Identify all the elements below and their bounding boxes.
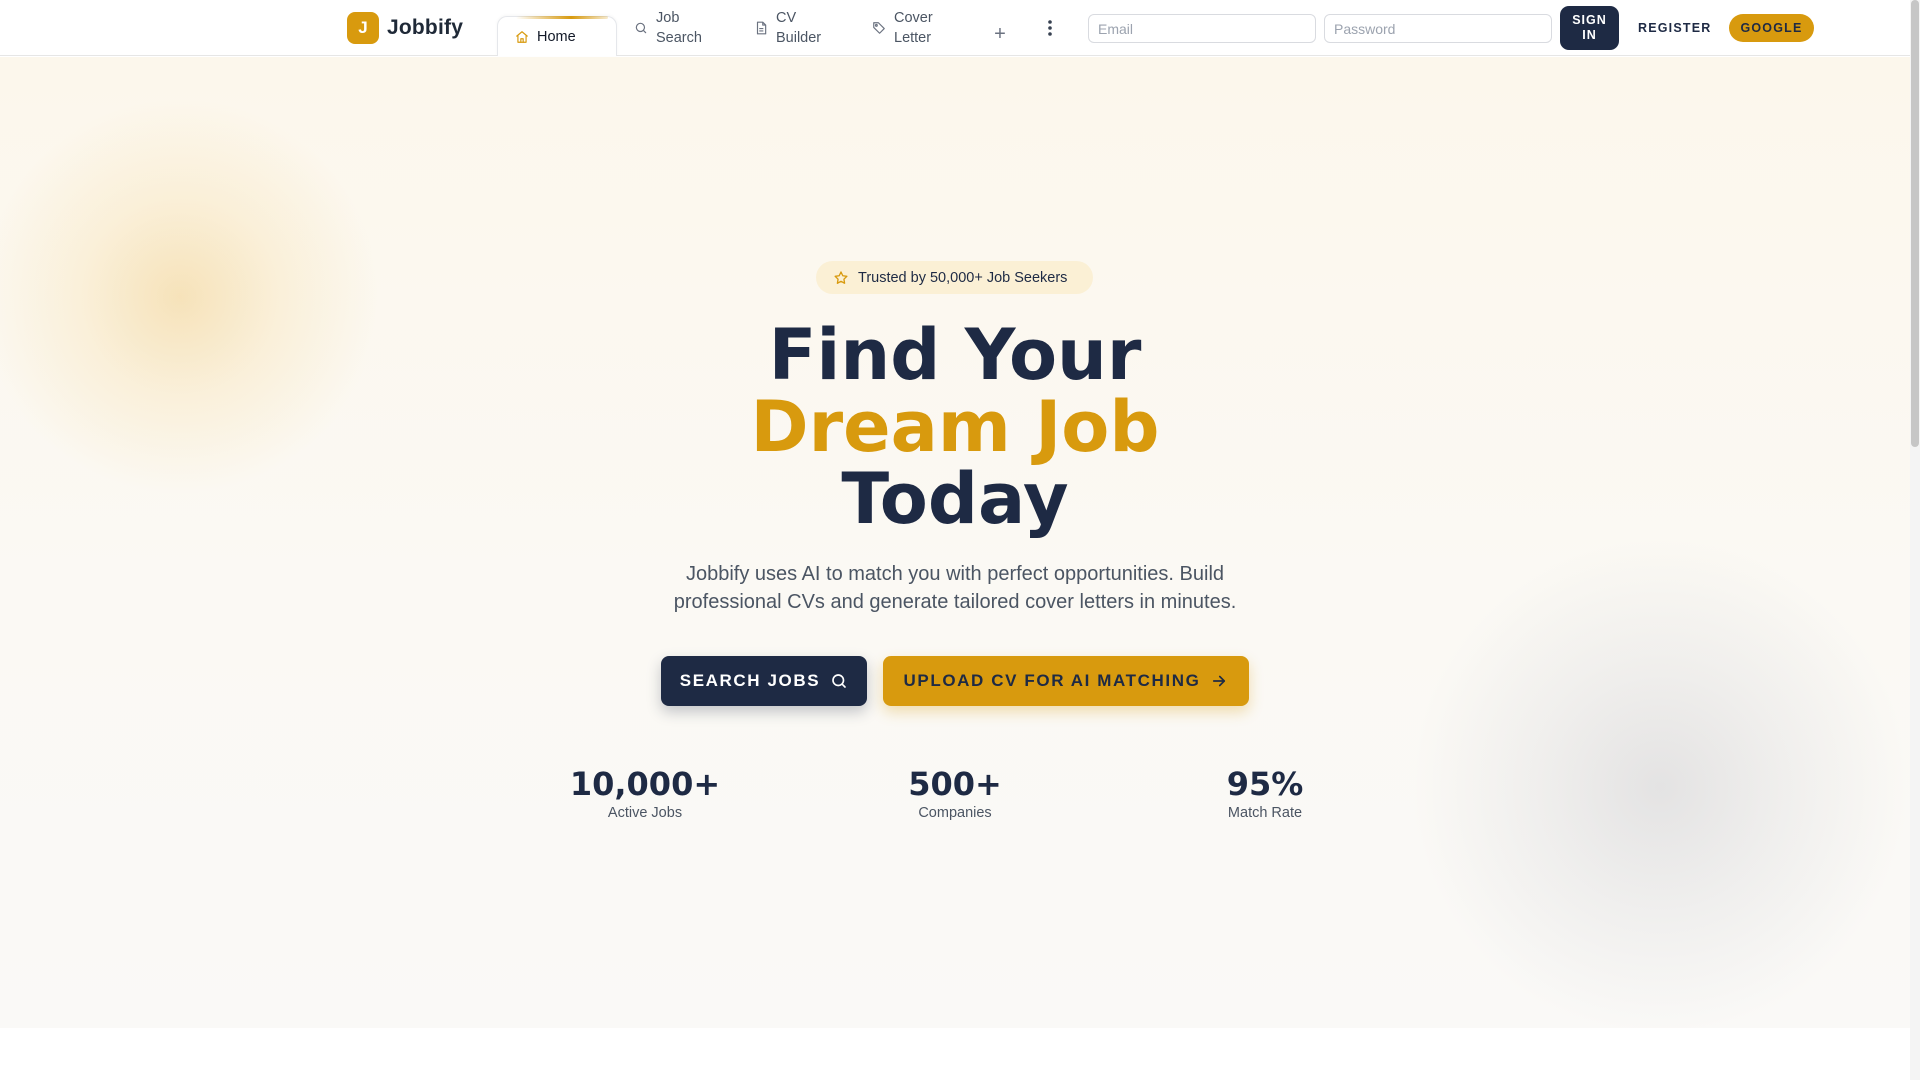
stat-label: Active Jobs [607,805,683,821]
document-icon [756,21,767,35]
upload-cv-button[interactable]: UPLOAD CV FOR AI MATCHING [883,656,1249,706]
arrow-right-icon [1213,675,1226,687]
tab-job-search[interactable]: Job Search [634,0,724,56]
sign-in-button[interactable]: SIGN IN [1560,6,1619,50]
hero-title-line-2: Dream Job [750,386,1160,468]
top-navbar: J Jobbify Home Job Search CV Builder Cov… [0,0,1910,56]
tab-home-label: Home [537,28,576,45]
next-section [0,1028,1910,1080]
stat-label: Match Rate [1227,805,1303,821]
stat-companies: 500+ Companies [835,765,1075,821]
brand-logo[interactable]: J Jobbify [347,12,463,44]
tab-job-search-label: Job Search [656,10,702,46]
hero-section: Trusted by 50,000+ Job Seekers Find Your… [0,57,1910,1028]
brand-name: Jobbify [387,16,464,39]
google-sign-in-button[interactable]: GOOGLE [1729,14,1814,42]
home-icon [516,30,528,43]
stat-match-rate: 95% Match Rate [1145,765,1385,821]
search-jobs-button[interactable]: SEARCH JOBS [661,656,867,706]
tab-cv-builder[interactable]: CV Builder [754,0,844,56]
hero-title-line-1: Find Your [768,314,1142,396]
tab-cv-builder-label: CV Builder [776,10,822,46]
stat-active-jobs: 10,000+ Active Jobs [525,765,765,821]
upload-cv-label: UPLOAD CV FOR AI MATCHING [903,671,1201,690]
tag-icon [873,22,885,34]
email-field[interactable] [1088,14,1316,43]
logo-mark-icon: J [347,12,379,44]
hero-subtitle: Jobbify uses AI to match you with perfec… [673,563,1237,613]
tab-cover-letter-label: Cover Letter [894,10,933,46]
search-icon [832,674,847,688]
scrollbar-thumb[interactable] [1911,0,1919,447]
stat-value: 95% [1226,765,1304,803]
hero-title-line-3: Today [841,458,1069,540]
trust-badge-text: Trusted by 50,000+ Job Seekers [858,269,1068,286]
tab-cover-letter[interactable]: Cover Letter [872,0,962,56]
register-button[interactable]: REGISTER [1632,16,1716,40]
stat-value: 10,000+ [569,765,721,803]
more-vertical-icon[interactable] [1040,16,1060,40]
plus-icon[interactable]: + [990,24,1010,44]
search-icon [635,22,647,34]
tab-home[interactable]: Home [497,16,617,56]
password-field[interactable] [1324,14,1552,43]
stat-value: 500+ [908,765,1002,803]
decorative-gray-glow [1410,537,1910,1028]
trust-badge: Trusted by 50,000+ Job Seekers [816,261,1093,294]
stat-label: Companies [918,805,992,821]
star-icon [834,270,848,284]
search-jobs-label: SEARCH JOBS [679,671,821,690]
